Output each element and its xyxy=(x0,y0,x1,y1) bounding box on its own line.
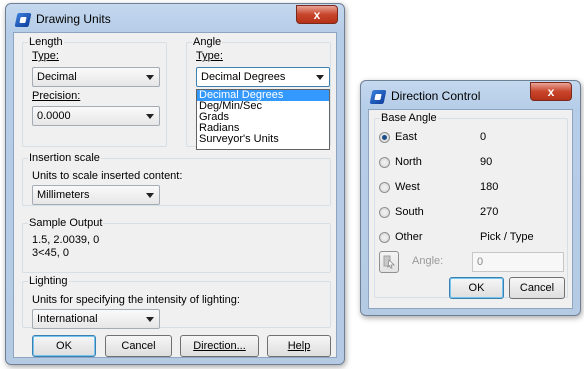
pick-type-label: Pick / Type xyxy=(480,231,534,243)
angle-input[interactable]: 0 xyxy=(472,252,564,272)
cancel-button[interactable]: Cancel xyxy=(105,335,172,357)
angle-label: Angle: xyxy=(412,255,444,267)
drawing-units-titlebar[interactable]: Drawing Units x xyxy=(6,4,344,32)
length-type-select[interactable]: Decimal xyxy=(32,67,160,87)
pick-angle-button[interactable] xyxy=(379,251,399,273)
west-label: West xyxy=(395,181,420,193)
direction-button-label: Direction... xyxy=(193,340,246,352)
help-button-label: Help xyxy=(287,340,311,352)
angle-type-select[interactable]: Decimal Degrees xyxy=(196,67,330,87)
cancel-button-label: Cancel xyxy=(519,282,555,294)
length-type-label: Type: xyxy=(32,50,59,62)
radio-west[interactable] xyxy=(379,182,390,193)
radio-south[interactable] xyxy=(379,207,390,218)
direction-button[interactable]: Direction... xyxy=(180,335,259,357)
length-group-title: Length xyxy=(28,36,64,48)
north-angle-value: 90 xyxy=(480,156,493,168)
radio-north[interactable] xyxy=(379,157,390,168)
angle-type-value: Decimal Degrees xyxy=(201,71,286,83)
cancel-button[interactable]: Cancel xyxy=(509,277,565,299)
ok-button[interactable]: OK xyxy=(32,335,96,357)
length-type-value: Decimal xyxy=(37,71,77,83)
direction-control-dialog: Direction Control x Base Angle East 0 No… xyxy=(360,80,581,316)
drawing-units-client: Length Type: Decimal Precision: 0.0000 A… xyxy=(13,32,337,358)
precision-select[interactable]: 0.0000 xyxy=(32,106,160,126)
cancel-button-label: Cancel xyxy=(121,340,156,352)
precision-label: Precision: xyxy=(32,90,81,102)
ok-button-label: OK xyxy=(468,282,485,294)
chevron-down-icon xyxy=(146,75,154,80)
close-icon: x xyxy=(547,84,555,99)
lighting-title: Lighting xyxy=(28,275,69,287)
precision-value: 0.0000 xyxy=(37,110,71,122)
drawing-units-dialog: Drawing Units x Length Type: Decimal Pre… xyxy=(5,3,345,365)
insertion-units-value: Millimeters xyxy=(37,189,90,201)
sample-output-line-2: 3<45, 0 xyxy=(32,247,70,259)
angle-option-surveyors-units[interactable]: Surveyor's Units xyxy=(197,134,329,145)
help-button[interactable]: Help xyxy=(267,335,331,357)
angle-group-title: Angle xyxy=(192,36,223,48)
close-icon: x xyxy=(313,7,321,22)
base-angle-title: Base Angle xyxy=(380,112,438,124)
chevron-down-icon xyxy=(146,317,154,322)
other-label: Other xyxy=(395,231,423,243)
angle-type-dropdown: Decimal Degrees Deg/Min/Sec Grads Radian… xyxy=(196,89,330,150)
close-button[interactable]: x xyxy=(296,5,338,24)
south-angle-value: 270 xyxy=(480,206,499,218)
dialog-title: Drawing Units xyxy=(36,12,111,26)
pick-angle-icon xyxy=(383,255,395,269)
insertion-units-select[interactable]: Millimeters xyxy=(32,185,160,205)
radio-other[interactable] xyxy=(379,232,390,243)
chevron-down-icon xyxy=(146,114,154,119)
east-label: East xyxy=(395,131,418,143)
autocad-app-icon xyxy=(369,90,387,104)
sample-output-line-1: 1.5, 2.0039, 0 xyxy=(32,234,100,246)
chevron-down-icon xyxy=(316,75,324,80)
north-label: North xyxy=(395,156,422,168)
direction-control-client: Base Angle East 0 North 90 West 180 Sout… xyxy=(368,109,573,309)
close-button[interactable]: x xyxy=(530,82,572,101)
sample-output-title: Sample Output xyxy=(28,217,104,229)
insertion-scale-title: Insertion scale xyxy=(28,152,101,164)
ok-button-label: OK xyxy=(56,340,72,352)
west-angle-value: 180 xyxy=(480,181,499,193)
chevron-down-icon xyxy=(146,193,154,198)
lighting-units-value: International xyxy=(37,313,98,325)
autocad-app-icon xyxy=(14,13,32,27)
ok-button[interactable]: OK xyxy=(449,277,504,299)
lighting-units-select[interactable]: International xyxy=(32,309,160,329)
direction-control-titlebar[interactable]: Direction Control x xyxy=(361,81,580,109)
angle-type-label: Type: xyxy=(196,50,223,62)
direction-control-title: Direction Control xyxy=(391,89,481,103)
south-label: South xyxy=(395,206,424,218)
insertion-scale-description: Units to scale inserted content: xyxy=(32,170,183,182)
angle-input-value: 0 xyxy=(477,256,484,268)
lighting-description: Units for specifying the intensity of li… xyxy=(32,294,240,306)
east-angle-value: 0 xyxy=(480,131,487,143)
radio-east[interactable] xyxy=(379,132,390,143)
